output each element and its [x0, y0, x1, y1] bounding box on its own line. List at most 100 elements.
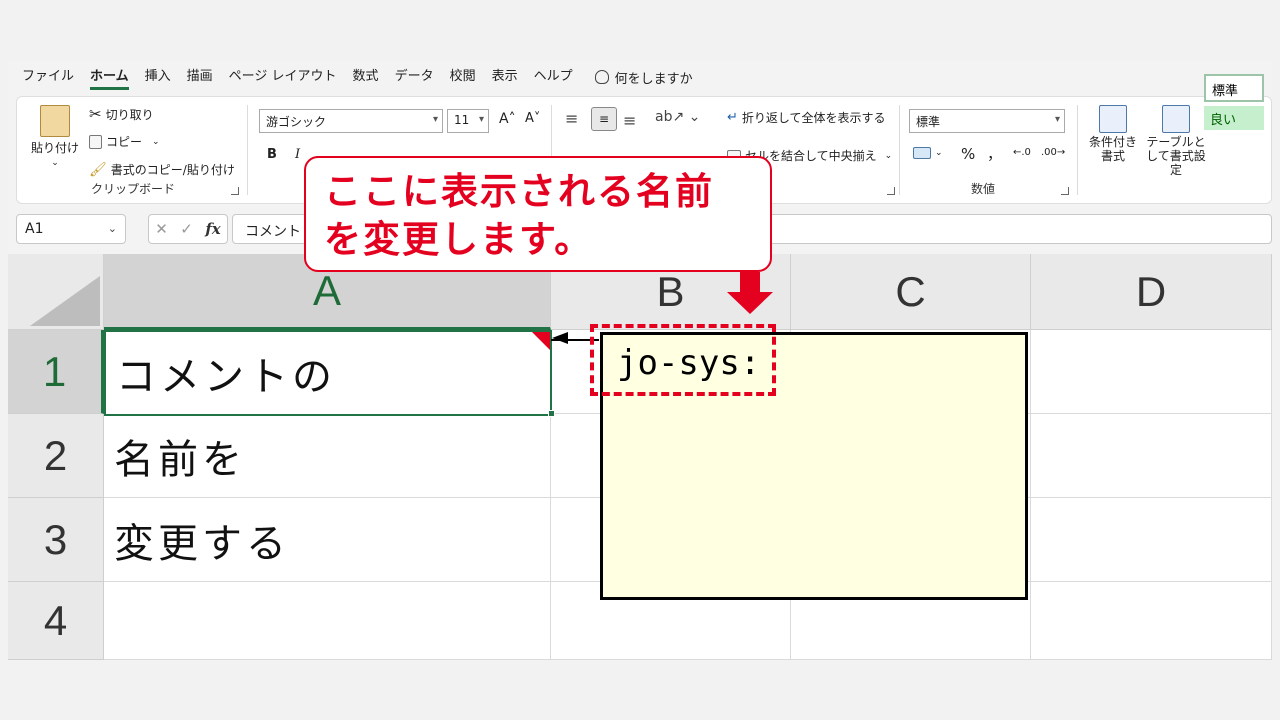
conditional-format-label: 条件付き書式: [1088, 135, 1137, 163]
tab-review[interactable]: 校閲: [442, 62, 484, 92]
insert-function-icon[interactable]: fx: [205, 220, 220, 238]
bold-icon: B: [267, 147, 277, 162]
align-middle-button[interactable]: ≡: [591, 107, 617, 131]
number-group: 標準 ▾ ⌄ % ， ←.0 .00→ 数値: [905, 97, 1073, 203]
paste-button[interactable]: 貼り付け ⌄: [31, 105, 79, 168]
comma-button[interactable]: ，: [987, 143, 1002, 164]
style-good[interactable]: 良い: [1204, 106, 1264, 130]
cancel-icon[interactable]: ✕: [155, 220, 168, 238]
italic-icon: I: [295, 147, 301, 162]
tab-page-layout[interactable]: ページ レイアウト: [221, 62, 345, 92]
tab-insert[interactable]: 挿入: [137, 62, 179, 92]
row-header-3[interactable]: 3: [8, 498, 104, 582]
tab-view[interactable]: 表示: [484, 62, 526, 92]
cell-d2[interactable]: [1031, 414, 1272, 498]
font-size-value: 11: [454, 113, 470, 127]
tab-data[interactable]: データ: [387, 62, 442, 92]
instruction-callout: ここに表示される名前 を変更します。: [304, 156, 772, 272]
increase-decimal-icon: ←.0: [1013, 147, 1031, 158]
tab-draw[interactable]: 描画: [179, 62, 221, 92]
format-painter-button[interactable]: 🖌 書式のコピー/貼り付け: [89, 161, 235, 178]
cell-a3[interactable]: 変更する: [104, 498, 551, 582]
italic-button[interactable]: I: [295, 147, 300, 162]
bold-button[interactable]: B: [267, 147, 277, 162]
currency-format-button[interactable]: ⌄: [913, 147, 943, 159]
cell-d3[interactable]: [1031, 498, 1272, 582]
name-box[interactable]: A1 ⌄: [16, 214, 126, 244]
copy-button[interactable]: コピー ⌄: [89, 133, 160, 150]
worksheet-grid: A B C D 1 2 3 4 コメントの 名前を 変更する jo-sys:: [8, 254, 1272, 660]
font-size-select[interactable]: 11 ▾: [447, 109, 489, 133]
cell-d4[interactable]: [1031, 582, 1272, 660]
column-header-c[interactable]: C: [791, 254, 1031, 330]
grow-font-button[interactable]: A˄: [499, 111, 516, 127]
increase-decimal-button[interactable]: ←.0: [1013, 147, 1031, 158]
decrease-decimal-button[interactable]: .00→: [1041, 147, 1065, 158]
percent-button[interactable]: %: [961, 145, 975, 163]
row-header-1[interactable]: 1: [8, 330, 104, 414]
paintbrush-icon: 🖌: [89, 161, 107, 178]
align-top-icon: ≡: [565, 109, 579, 128]
align-top-button[interactable]: ≡: [565, 109, 578, 128]
cell-d1[interactable]: [1031, 330, 1272, 414]
chevron-down-icon: ⌄: [51, 158, 59, 168]
table-format-icon: [1162, 105, 1190, 133]
align-bottom-button[interactable]: ≡: [623, 111, 636, 130]
row-header-4[interactable]: 4: [8, 582, 104, 660]
shrink-font-button[interactable]: A˅: [525, 111, 540, 126]
group-separator: [1077, 105, 1078, 195]
group-separator: [899, 105, 900, 195]
format-painter-label: 書式のコピー/貼り付け: [110, 163, 235, 177]
number-format-select[interactable]: 標準 ▾: [909, 109, 1065, 133]
conditional-format-button[interactable]: 条件付き書式: [1085, 105, 1141, 163]
chevron-down-icon: ▾: [1054, 114, 1060, 125]
lightbulb-icon: [594, 70, 609, 84]
row-header-2[interactable]: 2: [8, 414, 104, 498]
callout-line-2: を変更します。: [324, 218, 594, 261]
wrap-text-button[interactable]: ↵ 折り返して全体を表示する: [727, 109, 886, 126]
chevron-down-icon: ⌄: [152, 136, 160, 147]
number-group-label: 数値: [971, 182, 996, 196]
cut-button[interactable]: ✂ 切り取り: [89, 105, 154, 123]
format-as-table-label: テーブルとして書式設定: [1146, 135, 1206, 177]
column-header-d[interactable]: D: [1031, 254, 1272, 330]
format-as-table-button[interactable]: テーブルとして書式設定: [1143, 105, 1209, 177]
text-orientation-icon: ab↗ ⌄: [655, 109, 701, 125]
comment-arrow-icon: [552, 332, 568, 344]
tab-formulas[interactable]: 数式: [345, 62, 387, 92]
name-box-value: A1: [25, 221, 44, 237]
excel-window: ファイル ホーム 挿入 描画 ページ レイアウト 数式 データ 校閲 表示 ヘル…: [8, 62, 1272, 660]
style-normal[interactable]: 標準: [1204, 74, 1264, 102]
chevron-down-icon: ▾: [478, 114, 484, 125]
tell-me-search[interactable]: 何をしますか: [594, 68, 693, 87]
select-all-icon: [30, 276, 100, 326]
font-name-select[interactable]: 游ゴシック ▾: [259, 109, 443, 133]
cell-a1[interactable]: コメントの: [104, 330, 552, 416]
copy-icon: [89, 134, 102, 149]
select-all-button[interactable]: [8, 254, 104, 330]
paste-label: 貼り付け: [31, 141, 80, 155]
chevron-down-icon: ▾: [432, 114, 438, 125]
comma-icon: ，: [987, 145, 1003, 163]
shrink-font-icon: A˅: [525, 111, 541, 126]
cell-a2[interactable]: 名前を: [104, 414, 551, 498]
tab-help[interactable]: ヘルプ: [526, 62, 581, 92]
conditional-format-icon: [1099, 105, 1127, 133]
alignment-launcher-icon[interactable]: [887, 187, 895, 195]
wrap-text-icon: ↵: [727, 110, 738, 125]
wrap-text-label: 折り返して全体を表示する: [741, 111, 886, 125]
align-middle-icon: ≡: [598, 112, 610, 126]
clipboard-launcher-icon[interactable]: [231, 187, 239, 195]
copy-label: コピー: [106, 135, 143, 149]
cell-a4[interactable]: [104, 582, 551, 660]
fill-handle[interactable]: [548, 410, 555, 417]
tab-file[interactable]: ファイル: [14, 62, 82, 92]
font-name-value: 游ゴシック: [266, 115, 327, 129]
number-launcher-icon[interactable]: [1061, 187, 1069, 195]
orientation-button[interactable]: ab↗ ⌄: [655, 109, 700, 125]
cut-label: 切り取り: [105, 107, 154, 122]
formula-buttons: ✕ ✓ fx: [148, 214, 228, 244]
tab-home[interactable]: ホーム: [82, 62, 137, 92]
enter-icon[interactable]: ✓: [180, 220, 193, 238]
arrow-down-icon: [727, 272, 773, 314]
